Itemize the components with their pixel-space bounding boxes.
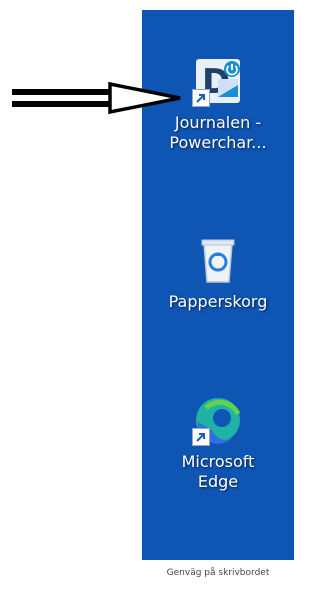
icon-label: Papperskorg xyxy=(168,292,268,311)
pointing-arrow-icon xyxy=(10,80,185,124)
microsoft-edge-icon xyxy=(192,394,244,446)
shortcut-overlay-icon xyxy=(192,428,210,446)
caption-text: Genväg på skrivbordet xyxy=(166,568,270,578)
desktop-icon-microsoft-edge[interactable]: Microsoft Edge xyxy=(142,394,294,492)
desktop-icon-recycle-bin[interactable]: Papperskorg xyxy=(142,234,294,312)
recycle-bin-icon xyxy=(192,234,244,286)
icon-label-line2: Edge xyxy=(197,472,239,491)
shortcut-overlay-icon xyxy=(192,89,210,107)
journalen-powerchart-app-icon: D xyxy=(192,55,244,107)
icon-label-line2: Powerchar... xyxy=(169,133,267,152)
icon-label-line1: Microsoft xyxy=(181,452,255,471)
